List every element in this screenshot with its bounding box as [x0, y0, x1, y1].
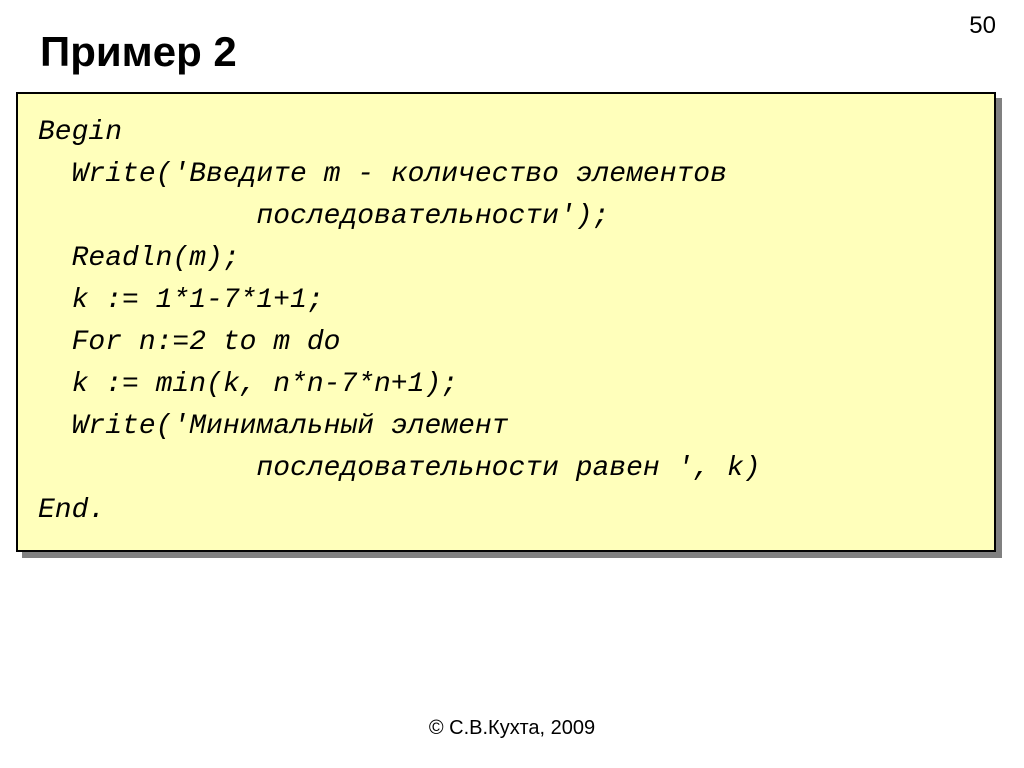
code-block-wrapper: Begin Write('Введите m - количество элем… [22, 98, 1002, 558]
slide-title: Пример 2 [40, 28, 237, 76]
page-number: 50 [969, 12, 996, 40]
slide: 50 Пример 2 Begin Write('Введите m - кол… [0, 0, 1024, 768]
code-block-shadow: Begin Write('Введите m - количество элем… [22, 98, 1002, 558]
footer-copyright: © С.В.Кухта, 2009 [0, 717, 1024, 740]
code-text: Begin Write('Введите m - количество элем… [38, 112, 974, 532]
code-block: Begin Write('Введите m - количество элем… [16, 92, 996, 552]
